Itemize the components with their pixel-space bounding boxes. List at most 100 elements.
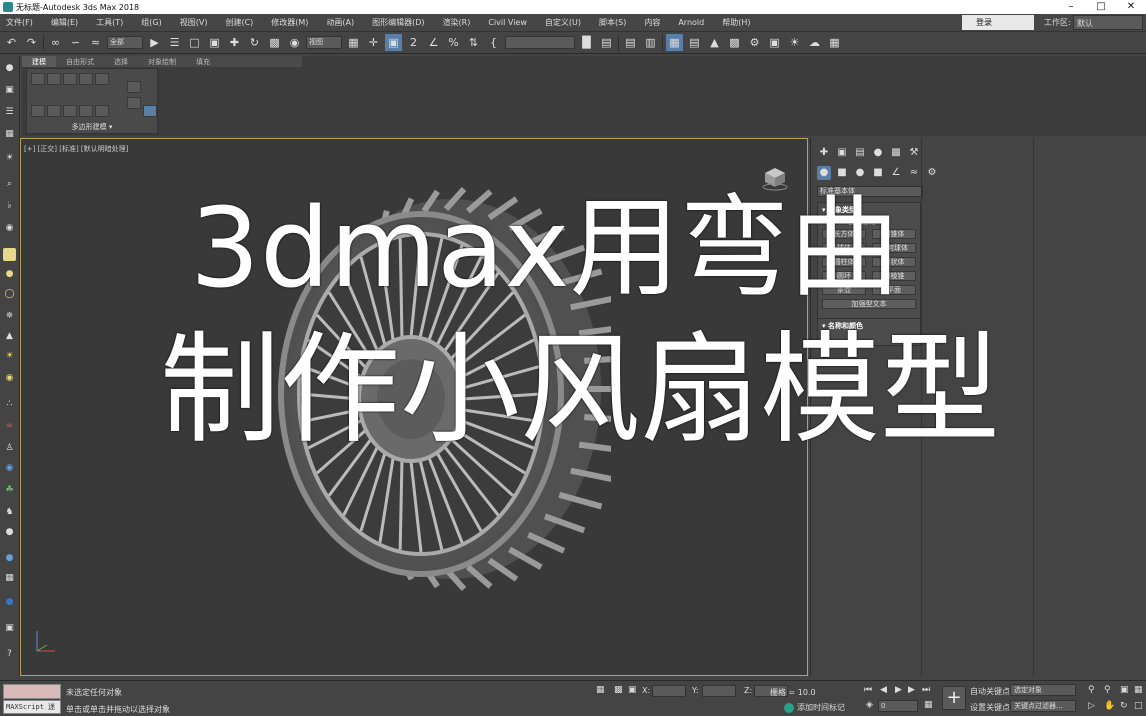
viewcube-icon[interactable]	[761, 165, 789, 191]
material-editor-icon[interactable]: ▩	[726, 34, 743, 51]
rotate-icon[interactable]: ↻	[246, 34, 263, 51]
image-icon[interactable]: ▣	[3, 84, 16, 97]
menu-arnold[interactable]: Arnold	[678, 18, 704, 27]
toggle-ribbon-icon[interactable]: ▦	[666, 34, 683, 51]
move-icon[interactable]: ✚	[226, 34, 243, 51]
play-icon[interactable]: ▶	[895, 685, 902, 695]
ribbon-tool-button[interactable]	[31, 73, 45, 85]
grid-icon[interactable]: ▦	[3, 128, 16, 141]
ribbon-tool-button[interactable]	[31, 105, 45, 117]
isolate-icon[interactable]: ▦	[596, 685, 605, 695]
lock-selection-icon[interactable]: ▩	[614, 685, 623, 695]
zoom-extents-icon[interactable]: ▣	[1120, 685, 1129, 695]
material-sphere-icon[interactable]: ●	[3, 552, 16, 565]
maximize-icon[interactable]: □	[1086, 0, 1116, 14]
globe-icon[interactable]: ◉	[3, 462, 16, 475]
tube-button[interactable]: 管状体	[872, 257, 916, 267]
torus-button[interactable]: 圆环	[822, 271, 866, 281]
ribbon-tab-populate[interactable]: 填充	[186, 56, 220, 67]
asset-icon[interactable]: ▣	[3, 622, 16, 635]
render-setup-icon[interactable]: ⚙	[746, 34, 763, 51]
cameras-icon[interactable]: ■	[871, 166, 885, 180]
ribbon-tool-button[interactable]	[63, 73, 77, 85]
geosphere-icon[interactable]: ✵	[3, 310, 16, 323]
scene-explorer-icon[interactable]: ▤	[622, 34, 639, 51]
scale-icon[interactable]: ▩	[266, 34, 283, 51]
shapes-icon[interactable]: ■	[835, 166, 849, 180]
box-button[interactable]: 长方体	[822, 229, 866, 239]
current-frame-field[interactable]: 0	[878, 700, 918, 712]
y-coordinate-field[interactable]	[702, 685, 736, 697]
sun-icon[interactable]: ☀	[3, 350, 16, 363]
mirror-icon[interactable]: █	[578, 34, 595, 51]
layer-explorer-icon[interactable]: ▥	[642, 34, 659, 51]
light-icon[interactable]: ☀	[3, 152, 16, 165]
go-to-end-icon[interactable]: ⏭	[922, 685, 930, 695]
ribbon-tool-button[interactable]	[127, 97, 141, 109]
close-icon[interactable]: ✕	[1116, 0, 1146, 14]
ribbon-tab-modeling[interactable]: 建模	[22, 56, 56, 67]
auto-key-button[interactable]: 自动关键点	[970, 686, 1010, 697]
login-dropdown[interactable]: 登录	[962, 15, 1034, 30]
zoom-all-icon[interactable]: ⚲	[1104, 685, 1111, 695]
ribbon-tool-button[interactable]	[95, 105, 109, 117]
geosphere-button[interactable]: 几何球体	[872, 243, 916, 253]
lights-icon[interactable]: ●	[853, 166, 867, 180]
render-sphere-icon[interactable]: ●	[3, 596, 16, 609]
angle-snap-icon[interactable]: ∠	[425, 34, 442, 51]
undo-icon[interactable]: ↶	[3, 34, 20, 51]
sphere-icon[interactable]: ●	[3, 62, 16, 75]
fan-model[interactable]	[251, 179, 611, 599]
biped-icon[interactable]: ♞	[3, 506, 16, 519]
menu-graph-editors[interactable]: 图形编辑器(D)	[372, 17, 424, 28]
ribbon-tab-freeform[interactable]: 自由形式	[56, 56, 104, 67]
plane-button[interactable]: 平面	[872, 285, 916, 295]
key-mode-icon[interactable]: ◈	[866, 700, 873, 710]
align-icon[interactable]: ▤	[598, 34, 615, 51]
cylinder-icon[interactable]: ◉	[3, 372, 16, 385]
polygon-modeling-label[interactable]: 多边形建模 ▾	[27, 122, 157, 132]
object-color-swatch[interactable]	[910, 335, 918, 343]
menu-civil-view[interactable]: Civil View	[488, 18, 527, 27]
ribbon-tool-button[interactable]	[79, 105, 93, 117]
ribbon-tool-button[interactable]	[79, 73, 93, 85]
particles-icon[interactable]: ∴	[3, 398, 16, 411]
pivot-center-icon[interactable]: ▦	[345, 34, 362, 51]
minimize-icon[interactable]: –	[1056, 0, 1086, 14]
list-icon[interactable]: ☰	[3, 106, 16, 119]
menu-create[interactable]: 创建(C)	[225, 17, 253, 28]
sphere-button[interactable]: 球体	[822, 243, 866, 253]
menu-help[interactable]: 帮助(H)	[722, 17, 750, 28]
maximize-viewport-icon[interactable]: □	[1134, 701, 1143, 711]
menu-file[interactable]: 文件(F)	[6, 17, 33, 28]
scene-states-icon[interactable]: ▦	[3, 572, 16, 585]
helpers-icon[interactable]: ∠	[889, 166, 903, 180]
utilities-tab-icon[interactable]: ⚒	[907, 146, 921, 160]
workspace-dropdown[interactable]: 默认	[1073, 15, 1143, 30]
orbit-icon[interactable]: ↻	[1120, 701, 1128, 711]
redo-icon[interactable]: ↷	[23, 34, 40, 51]
menu-edit[interactable]: 编辑(E)	[51, 17, 78, 28]
help-icon[interactable]: ?	[3, 648, 16, 661]
selection-filter-dropdown[interactable]: 全部	[107, 36, 143, 49]
zoom-icon[interactable]: ⚲	[1088, 685, 1095, 695]
menu-modifiers[interactable]: 修改器(M)	[271, 17, 308, 28]
spinner-snap-icon[interactable]: ⇅	[465, 34, 482, 51]
link-icon[interactable]: ∞	[47, 34, 64, 51]
maxscript-listener[interactable]	[3, 684, 61, 699]
key-filters-button[interactable]: 关键点过滤器...	[1010, 700, 1076, 712]
manipulate-icon[interactable]: ✛	[365, 34, 382, 51]
previous-frame-icon[interactable]: ◀	[880, 685, 887, 695]
window-crossing-icon[interactable]: ▣	[206, 34, 223, 51]
menu-views[interactable]: 视图(V)	[180, 17, 208, 28]
hemisphere-icon[interactable]: ●	[3, 268, 16, 281]
palette-icon[interactable]: ◉	[3, 222, 16, 235]
primitive-category-dropdown[interactable]: 标准基本体	[817, 186, 923, 197]
character-icon[interactable]: ♙	[3, 442, 16, 455]
modify-tab-icon[interactable]: ▣	[835, 146, 849, 160]
x-coordinate-field[interactable]	[652, 685, 686, 697]
teapot-button[interactable]: 茶壶	[822, 285, 866, 295]
set-key-mode-button[interactable]: 设置关键点	[970, 702, 1010, 713]
helper-icon[interactable]: ⌕	[3, 178, 16, 191]
schematic-view-icon[interactable]: ▲	[706, 34, 723, 51]
